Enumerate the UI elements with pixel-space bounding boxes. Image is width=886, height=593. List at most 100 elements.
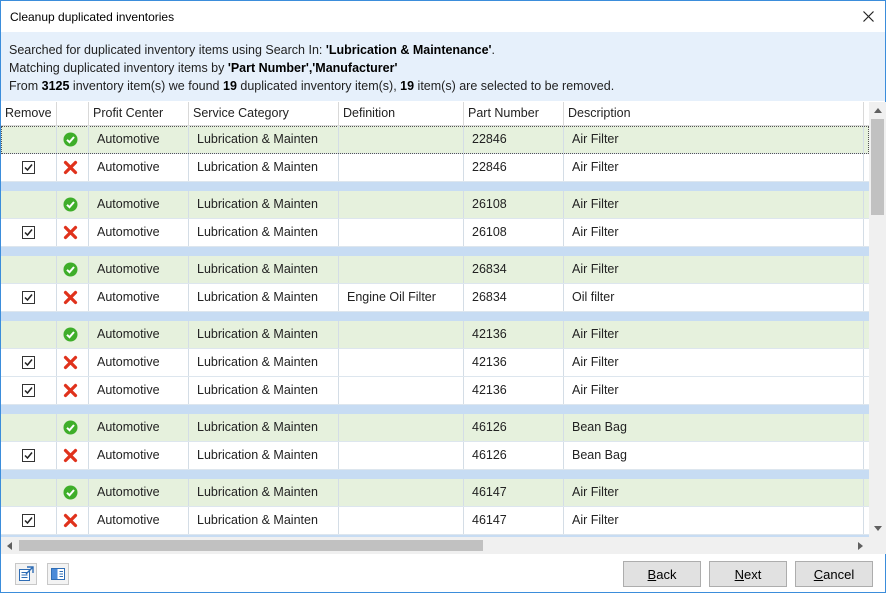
definition-cell: [339, 442, 464, 469]
keep-row[interactable]: Automotive Lubrication & Mainten 42136 Air …: [1, 321, 869, 349]
green-check-circle-icon: [63, 327, 78, 342]
service-category-cell: Lubrication & Mainten: [189, 126, 339, 153]
checkmark-icon: [24, 359, 33, 367]
checkmark-icon: [24, 164, 33, 172]
export-icon: [19, 566, 34, 581]
title-bar: Cleanup duplicated inventories: [1, 1, 885, 32]
close-button[interactable]: [855, 4, 881, 28]
column-header-definition[interactable]: Definition: [339, 102, 464, 126]
remove-checkbox[interactable]: [22, 384, 35, 397]
keep-row[interactable]: Automotive Lubrication & Mainten 26834 Air …: [1, 256, 869, 284]
service-category-cell: Lubrication & Mainten: [189, 154, 339, 181]
red-x-icon: [63, 225, 78, 240]
horizontal-scroll-thumb[interactable]: [19, 540, 483, 551]
vertical-scroll-thumb[interactable]: [871, 119, 884, 215]
description-cell: Bean Bag: [564, 414, 864, 441]
grid-header: Remove Profit Center Service Category De…: [1, 102, 869, 126]
remove-checkbox[interactable]: [22, 449, 35, 462]
chevron-down-icon: [873, 526, 882, 531]
service-category-cell: Lubrication & Mainten: [189, 219, 339, 246]
profit-center-cell: Automotive: [89, 414, 189, 441]
scroll-down-button[interactable]: [869, 520, 886, 537]
total-count: 3125: [41, 79, 70, 93]
columns-button[interactable]: [47, 563, 69, 585]
profit-center-cell: Automotive: [89, 154, 189, 181]
window-title: Cleanup duplicated inventories: [10, 10, 175, 24]
keep-row[interactable]: Automotive Lubrication & Mainten 26108 Air …: [1, 191, 869, 219]
remove-checkbox[interactable]: [22, 226, 35, 239]
column-header-status[interactable]: [57, 102, 89, 126]
remove-checkbox[interactable]: [22, 356, 35, 369]
definition-cell: [339, 377, 464, 404]
definition-cell: [339, 414, 464, 441]
remove-cell: [1, 414, 57, 441]
remove-cell: [1, 191, 57, 218]
remove-cell: [1, 442, 57, 469]
keep-row[interactable]: Automotive Lubrication & Mainten 46126 Bean…: [1, 414, 869, 442]
next-button[interactable]: Next: [709, 561, 787, 587]
service-category-cell: Lubrication & Mainten: [189, 284, 339, 311]
part-number-cell: 46126: [464, 442, 564, 469]
keep-row[interactable]: Automotive Lubrication & Mainten 46147 Air …: [1, 479, 869, 507]
selected-count: 19: [400, 79, 415, 93]
service-category-cell: Lubrication & Mainten: [189, 442, 339, 469]
definition-cell: [339, 321, 464, 348]
scroll-left-button[interactable]: [1, 537, 18, 554]
remove-row[interactable]: Automotive Lubrication & Mainten 42136 Air …: [1, 377, 869, 405]
remove-checkbox[interactable]: [22, 291, 35, 304]
column-header-profit-center[interactable]: Profit Center: [89, 102, 189, 126]
part-number-cell: 46126: [464, 414, 564, 441]
summary-line-matching: Matching duplicated inventory items by '…: [9, 59, 877, 77]
part-number-cell: 42136: [464, 349, 564, 376]
keep-row[interactable]: Automotive Lubrication & Mainten 22846 Air …: [1, 126, 869, 154]
summary-line-search-in: Searched for duplicated inventory items …: [9, 41, 877, 59]
back-button-mnemonic: B: [647, 566, 657, 582]
summary-text: Matching duplicated inventory items by: [9, 61, 228, 75]
summary-text: item(s) are selected to be removed.: [414, 79, 615, 93]
scroll-right-button[interactable]: [852, 537, 869, 554]
description-cell: Air Filter: [564, 349, 864, 376]
green-check-circle-icon: [63, 197, 78, 212]
column-header-part-number[interactable]: Part Number: [464, 102, 564, 126]
column-header-description[interactable]: Description: [564, 102, 864, 126]
group-separator: [1, 470, 869, 479]
cancel-button[interactable]: Cancel: [795, 561, 873, 587]
column-header-service-category[interactable]: Service Category: [189, 102, 339, 126]
remove-checkbox[interactable]: [22, 161, 35, 174]
definition-cell: [339, 349, 464, 376]
remove-cell: [1, 321, 57, 348]
summary-line-counts: From 3125 inventory item(s) we found 19 …: [9, 77, 877, 95]
export-button[interactable]: [15, 563, 37, 585]
red-x-icon: [63, 383, 78, 398]
profit-center-cell: Automotive: [89, 256, 189, 283]
service-category-cell: Lubrication & Mainten: [189, 507, 339, 534]
definition-cell: [339, 191, 464, 218]
profit-center-cell: Automotive: [89, 321, 189, 348]
definition-cell: [339, 256, 464, 283]
column-header-remove[interactable]: Remove: [1, 102, 57, 126]
summary-text: .: [491, 43, 496, 57]
part-number-cell: 46147: [464, 479, 564, 506]
remove-row[interactable]: Automotive Lubrication & Mainten 26108 Air …: [1, 219, 869, 247]
part-number-cell: 22846: [464, 154, 564, 181]
service-category-cell: Lubrication & Mainten: [189, 191, 339, 218]
group-separator: [1, 247, 869, 256]
remove-cell: [1, 377, 57, 404]
remove-row[interactable]: Automotive Lubrication & Mainten 46147 Air …: [1, 507, 869, 535]
description-cell: Oil filter: [564, 284, 864, 311]
scroll-up-button[interactable]: [869, 102, 886, 119]
description-cell: Air Filter: [564, 321, 864, 348]
group-separator: [1, 312, 869, 321]
remove-row[interactable]: Automotive Lubrication & Mainten 42136 Air …: [1, 349, 869, 377]
profit-center-cell: Automotive: [89, 284, 189, 311]
back-button[interactable]: Back: [623, 561, 701, 587]
dialog-footer: Back Next Cancel: [1, 554, 885, 592]
remove-row[interactable]: Automotive Lubrication & Mainten 22846 Air …: [1, 154, 869, 182]
vertical-scrollbar[interactable]: [869, 102, 886, 537]
remove-checkbox[interactable]: [22, 514, 35, 527]
horizontal-scrollbar[interactable]: [1, 537, 869, 554]
red-x-icon: [63, 290, 78, 305]
service-category-cell: Lubrication & Mainten: [189, 321, 339, 348]
remove-row[interactable]: Automotive Lubrication & Mainten 46126 Bean…: [1, 442, 869, 470]
remove-row[interactable]: Automotive Lubrication & Mainten Engine Oi…: [1, 284, 869, 312]
